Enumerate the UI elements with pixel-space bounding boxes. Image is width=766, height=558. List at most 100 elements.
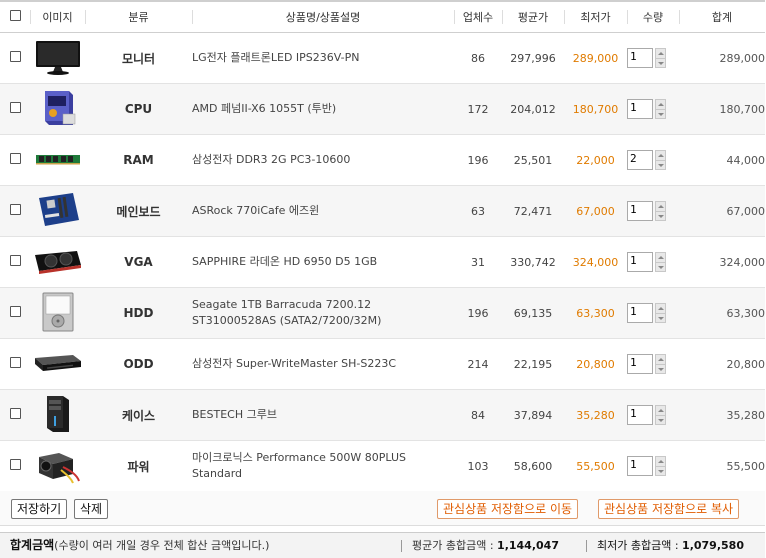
col-image: 이미지 — [30, 0, 85, 33]
quantity-input[interactable]: 1 — [627, 405, 653, 425]
pc-case-icon[interactable] — [33, 394, 83, 434]
quantity-input[interactable]: 1 — [627, 201, 653, 221]
stepper-buttons — [655, 48, 666, 68]
row-total-cell: 44,000 — [679, 134, 765, 186]
row-checkbox[interactable] — [9, 408, 21, 419]
product-image-cell — [30, 83, 85, 135]
row-total-cell: 324,000 — [679, 236, 765, 288]
increment-arrow-icon[interactable] — [655, 48, 666, 58]
stepper-buttons — [655, 303, 666, 323]
product-image-cell — [30, 338, 85, 390]
quantity-cell: 1 — [627, 440, 679, 492]
decrement-arrow-icon[interactable] — [655, 313, 666, 323]
quantity-stepper: 2 — [627, 150, 679, 170]
vendor-count-cell: 214 — [454, 338, 502, 390]
decrement-arrow-icon[interactable] — [655, 211, 666, 221]
quantity-cell: 1 — [627, 236, 679, 288]
row-checkbox[interactable] — [9, 459, 21, 470]
save-button[interactable]: 저장하기 — [11, 499, 68, 519]
decrement-arrow-icon[interactable] — [655, 466, 666, 476]
motherboard-icon[interactable] — [33, 190, 83, 230]
increment-arrow-icon[interactable] — [655, 150, 666, 160]
vendor-count-cell: 84 — [454, 389, 502, 441]
product-name-link[interactable]: LG전자 플래트론LED IPS236V-PN — [192, 32, 454, 84]
product-image-cell — [30, 185, 85, 237]
increment-arrow-icon[interactable] — [655, 456, 666, 466]
summary-title: 합계금액(수량이 여러 개일 경우 전체 합산 금액입니다.) — [10, 533, 269, 558]
min-price-cell: 63,300 — [564, 287, 627, 339]
category-cell: 케이스 — [85, 389, 192, 441]
increment-arrow-icon[interactable] — [655, 303, 666, 313]
row-checkbox[interactable] — [9, 306, 21, 317]
optical-drive-icon[interactable] — [33, 343, 83, 383]
row-check-cell — [0, 287, 30, 339]
product-name-link[interactable]: SAPPHIRE 라데온 HD 6950 D5 1GB — [192, 236, 454, 288]
row-total-cell: 289,000 — [679, 32, 765, 84]
product-name-link[interactable]: BESTECH 그루브 — [192, 389, 454, 441]
decrement-arrow-icon[interactable] — [655, 58, 666, 68]
quantity-stepper: 1 — [627, 456, 679, 476]
increment-arrow-icon[interactable] — [655, 99, 666, 109]
power-supply-icon[interactable] — [33, 445, 83, 485]
row-checkbox[interactable] — [9, 255, 21, 266]
product-name-link[interactable]: ASRock 770iCafe 에즈윈 — [192, 185, 454, 237]
move-to-wishlist-button[interactable]: 관심상품 저장함으로 이동 — [437, 499, 579, 519]
quantity-input[interactable]: 1 — [627, 48, 653, 68]
col-vendors: 업체수 — [454, 0, 502, 33]
stepper-buttons — [655, 201, 666, 221]
delete-button[interactable]: 삭제 — [74, 499, 109, 519]
increment-arrow-icon[interactable] — [655, 354, 666, 364]
col-name: 상품명/상품설명 — [192, 0, 454, 33]
category-cell: HDD — [85, 287, 192, 339]
row-check-cell — [0, 134, 30, 186]
vendor-count-cell: 103 — [454, 440, 502, 492]
product-name-link[interactable]: 삼성전자 Super-WriteMaster SH-S223C — [192, 338, 454, 390]
decrement-arrow-icon[interactable] — [655, 262, 666, 272]
copy-to-wishlist-button[interactable]: 관심상품 저장함으로 복사 — [598, 499, 740, 519]
quantity-input[interactable]: 1 — [627, 303, 653, 323]
decrement-arrow-icon[interactable] — [655, 160, 666, 170]
decrement-arrow-icon[interactable] — [655, 109, 666, 119]
increment-arrow-icon[interactable] — [655, 201, 666, 211]
row-check-cell — [0, 236, 30, 288]
quantity-input[interactable]: 1 — [627, 99, 653, 119]
product-name-link[interactable]: 마이크로닉스 Performance 500W 80PLUS Standard — [192, 440, 454, 492]
row-checkbox[interactable] — [9, 204, 21, 215]
quantity-input[interactable]: 1 — [627, 252, 653, 272]
quantity-cell: 2 — [627, 134, 679, 186]
avg-price-cell: 69,135 — [502, 287, 564, 339]
quantity-stepper: 1 — [627, 99, 679, 119]
quantity-input[interactable]: 2 — [627, 150, 653, 170]
increment-arrow-icon[interactable] — [655, 252, 666, 262]
summary-bar: 합계금액(수량이 여러 개일 경우 전체 합산 금액입니다.) 평균가 총합금액… — [0, 532, 765, 558]
row-checkbox[interactable] — [9, 102, 21, 113]
row-checkbox[interactable] — [9, 153, 21, 164]
divider — [401, 540, 402, 552]
cpu-box-icon[interactable] — [33, 88, 83, 128]
monitor-icon[interactable] — [33, 37, 83, 77]
avg-total-value: 1,144,047 — [497, 539, 559, 552]
product-name-link[interactable]: AMD 페넘II-X6 1055T (투반) — [192, 83, 454, 135]
product-name-link[interactable]: Seagate 1TB Barracuda 7200.12 ST31000528… — [192, 287, 454, 339]
stepper-buttons — [655, 354, 666, 374]
decrement-arrow-icon[interactable] — [655, 415, 666, 425]
product-name-link[interactable]: 삼성전자 DDR3 2G PC3-10600 — [192, 134, 454, 186]
quantity-stepper: 1 — [627, 405, 679, 425]
quantity-input[interactable]: 1 — [627, 354, 653, 374]
select-all-checkbox[interactable] — [9, 10, 21, 21]
graphics-card-icon[interactable] — [33, 241, 83, 281]
row-checkbox[interactable] — [9, 51, 21, 62]
avg-price-cell: 37,894 — [502, 389, 564, 441]
row-check-cell — [0, 389, 30, 441]
table-row: VGA SAPPHIRE 라데온 HD 6950 D5 1GB 31 330,742 3… — [0, 236, 765, 288]
ram-stick-icon[interactable] — [33, 139, 83, 179]
row-checkbox[interactable] — [9, 357, 21, 368]
product-image-cell — [30, 134, 85, 186]
decrement-arrow-icon[interactable] — [655, 364, 666, 374]
increment-arrow-icon[interactable] — [655, 405, 666, 415]
quantity-input[interactable]: 1 — [627, 456, 653, 476]
row-check-cell — [0, 185, 30, 237]
quantity-cell: 1 — [627, 185, 679, 237]
row-check-cell — [0, 32, 30, 84]
hard-drive-icon[interactable] — [33, 292, 83, 332]
